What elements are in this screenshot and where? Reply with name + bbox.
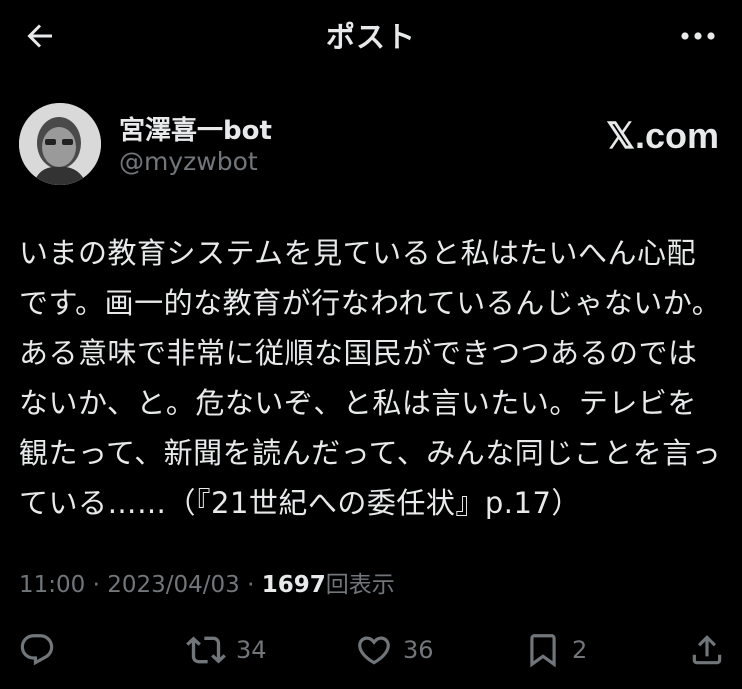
author-row: 宮澤喜一bot @myzwbot 𝕏.com [19,103,719,189]
repost-count: 34 [236,636,267,664]
repost-icon [186,636,226,664]
action-bar: 34 36 2 [0,620,742,680]
post-time[interactable]: 11:00 [19,572,85,598]
page-title: ポスト [325,20,416,54]
views-label: 回表示 [325,572,395,598]
bookmark-count: 2 [572,636,588,664]
more-button[interactable] [676,20,720,52]
bookmark-button[interactable]: 2 [524,628,587,672]
more-horizontal-icon [681,32,715,40]
handle[interactable]: @myzwbot [119,147,258,176]
like-count: 36 [403,636,434,664]
share-button[interactable] [688,628,736,672]
heart-icon [358,636,390,665]
source-badge[interactable]: 𝕏.com [606,115,719,157]
avatar[interactable] [19,103,101,185]
repost-button[interactable]: 34 [186,628,267,672]
bookmark-icon [530,634,556,668]
post-meta: 11:00 · 2023/04/03 · 1697回表示 [19,565,395,599]
avatar-image [19,103,101,185]
views-count[interactable]: 1697 [262,572,326,598]
meta-separator: · [85,572,108,598]
reply-icon [20,634,54,666]
post-date[interactable]: 2023/04/03 [107,572,240,598]
reply-button[interactable] [18,628,66,672]
display-name[interactable]: 宮澤喜一bot [119,110,272,147]
top-bar: ポスト [0,0,742,70]
meta-separator: · [239,572,262,598]
post-text: いまの教育システムを見ていると私はたいへん心配です。画一的な教育が行なわれている… [19,236,722,520]
like-button[interactable]: 36 [355,628,434,672]
share-icon [692,635,722,665]
